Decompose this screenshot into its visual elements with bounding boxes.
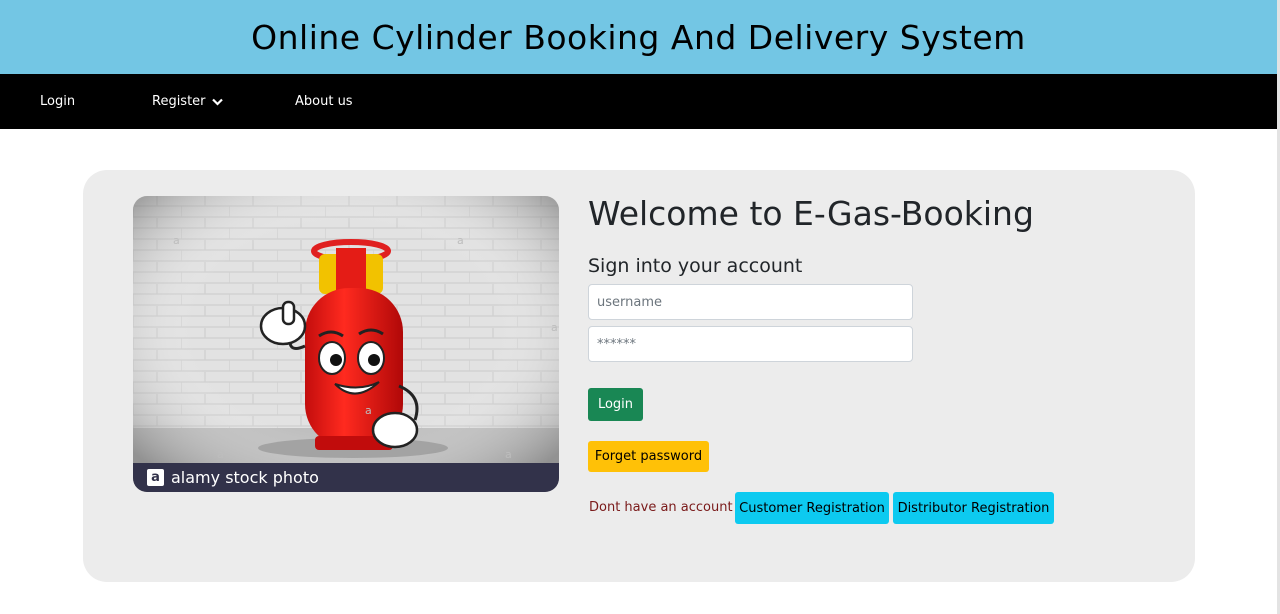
- forget-password-button[interactable]: Forget password: [588, 441, 709, 472]
- signin-subheading: Sign into your account: [588, 255, 803, 277]
- nav-login-link[interactable]: Login: [40, 74, 75, 129]
- svg-text:a: a: [551, 321, 558, 334]
- alamy-logo-icon: a: [147, 469, 164, 486]
- login-card: a a a a a a a alamy stock photo Welcome …: [83, 170, 1195, 582]
- site-header: Online Cylinder Booking And Delivery Sys…: [0, 0, 1277, 74]
- cylinder-mascot-image: a a a a a a a alamy stock photo: [133, 196, 559, 492]
- stock-photo-caption-text: alamy stock photo: [171, 468, 319, 487]
- distributor-registration-button[interactable]: Distributor Registration: [893, 492, 1054, 524]
- welcome-heading: Welcome to E-Gas-Booking: [588, 194, 1034, 233]
- svg-text:a: a: [365, 404, 372, 417]
- main-navbar: Login Register About us: [0, 74, 1277, 129]
- site-title: Online Cylinder Booking And Delivery Sys…: [251, 17, 1026, 57]
- username-input[interactable]: [588, 284, 913, 320]
- chevron-down-icon: [211, 98, 223, 106]
- svg-text:a: a: [505, 448, 512, 461]
- cylinder-mascot-illustration: a a a a a a: [133, 196, 559, 492]
- nav-register-dropdown[interactable]: Register: [152, 74, 223, 129]
- nav-about-label: About us: [295, 94, 353, 109]
- stock-photo-caption: a alamy stock photo: [133, 463, 559, 492]
- svg-text:a: a: [173, 234, 180, 247]
- nav-about-link[interactable]: About us: [295, 74, 353, 129]
- svg-text:a: a: [457, 234, 464, 247]
- customer-registration-button[interactable]: Customer Registration: [735, 492, 889, 524]
- login-button[interactable]: Login: [588, 388, 643, 421]
- no-account-text: Dont have an account ?: [589, 500, 744, 515]
- nav-login-label: Login: [40, 94, 76, 109]
- svg-text:a: a: [217, 448, 224, 461]
- nav-register-label: Register: [152, 94, 206, 109]
- password-input[interactable]: [588, 326, 913, 362]
